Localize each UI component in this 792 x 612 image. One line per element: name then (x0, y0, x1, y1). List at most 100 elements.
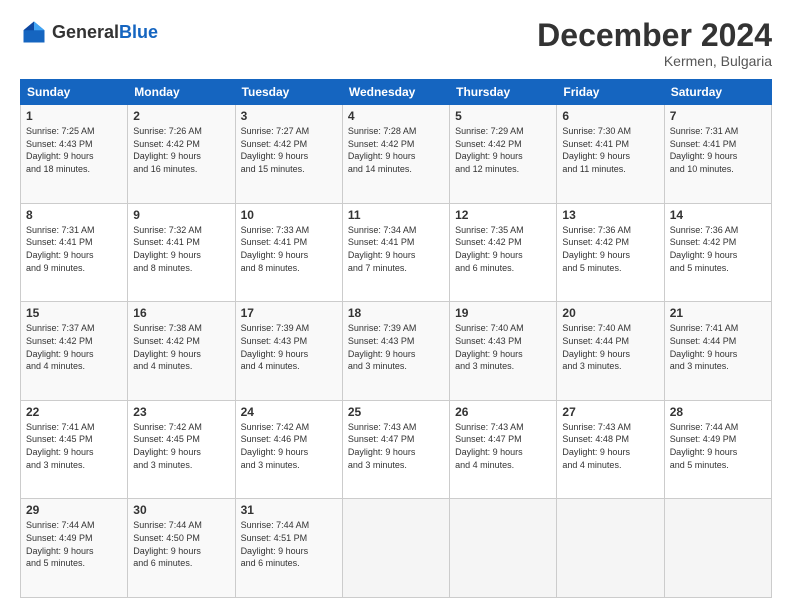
cell-info: Sunrise: 7:31 AMSunset: 4:41 PMDaylight:… (670, 125, 766, 175)
calendar-cell: 15Sunrise: 7:37 AMSunset: 4:42 PMDayligh… (21, 302, 128, 401)
calendar-cell: 11 Sunrise: 7:34 AMSunset: 4:41 PMDayligh… (342, 203, 449, 302)
weekday-header-thursday: Thursday (450, 80, 557, 105)
cell-info: Sunrise: 7:43 AMSunset: 4:47 PMDaylight:… (348, 421, 444, 471)
day-number: 27 (562, 405, 658, 419)
cell-info: Sunrise: 7:44 AMSunset: 4:49 PMDaylight:… (26, 519, 122, 569)
cell-info: Sunrise: 7:35 AMSunset: 4:42 PMDaylight:… (455, 224, 551, 274)
calendar-cell: 7 Sunrise: 7:31 AMSunset: 4:41 PMDaylight… (664, 105, 771, 204)
calendar-cell: 3 Sunrise: 7:27 AMSunset: 4:42 PMDaylight… (235, 105, 342, 204)
calendar-week-3: 15Sunrise: 7:37 AMSunset: 4:42 PMDayligh… (21, 302, 772, 401)
day-number: 29 (26, 503, 122, 517)
calendar-cell: 30Sunrise: 7:44 AMSunset: 4:50 PMDayligh… (128, 499, 235, 598)
calendar-cell: 9 Sunrise: 7:32 AMSunset: 4:41 PMDaylight… (128, 203, 235, 302)
weekday-header-tuesday: Tuesday (235, 80, 342, 105)
calendar-cell: 2Sunrise: 7:26 AMSunset: 4:42 PMDaylight… (128, 105, 235, 204)
cell-info: Sunrise: 7:34 AMSunset: 4:41 PMDaylight:… (348, 224, 444, 274)
calendar-cell: 29 Sunrise: 7:44 AMSunset: 4:49 PMDayligh… (21, 499, 128, 598)
cell-info: Sunrise: 7:26 AMSunset: 4:42 PMDaylight:… (133, 125, 229, 175)
calendar-cell: 20 Sunrise: 7:40 AMSunset: 4:44 PMDayligh… (557, 302, 664, 401)
calendar-cell: 13 Sunrise: 7:36 AMSunset: 4:42 PMDayligh… (557, 203, 664, 302)
day-number: 22 (26, 405, 122, 419)
month-title: December 2024 (537, 18, 772, 53)
day-number: 23 (133, 405, 229, 419)
calendar-cell: 14 Sunrise: 7:36 AMSunset: 4:42 PMDayligh… (664, 203, 771, 302)
cell-info: Sunrise: 7:39 AMSunset: 4:43 PMDaylight:… (241, 322, 337, 372)
location-subtitle: Kermen, Bulgaria (537, 53, 772, 69)
calendar-page: GeneralBlue December 2024 Kermen, Bulgar… (0, 0, 792, 612)
day-number: 20 (562, 306, 658, 320)
cell-info: Sunrise: 7:31 AMSunset: 4:41 PMDaylight:… (26, 224, 122, 274)
calendar-cell: 4 Sunrise: 7:28 AMSunset: 4:42 PMDaylight… (342, 105, 449, 204)
calendar-cell: 1Sunrise: 7:25 AMSunset: 4:43 PMDaylight… (21, 105, 128, 204)
calendar-cell: 6 Sunrise: 7:30 AMSunset: 4:41 PMDaylight… (557, 105, 664, 204)
calendar-cell: 25 Sunrise: 7:43 AMSunset: 4:47 PMDayligh… (342, 400, 449, 499)
weekday-header-friday: Friday (557, 80, 664, 105)
cell-info: Sunrise: 7:28 AMSunset: 4:42 PMDaylight:… (348, 125, 444, 175)
logo-general-text: General (52, 22, 119, 42)
calendar-week-5: 29 Sunrise: 7:44 AMSunset: 4:49 PMDayligh… (21, 499, 772, 598)
cell-info: Sunrise: 7:36 AMSunset: 4:42 PMDaylight:… (670, 224, 766, 274)
calendar-cell: 26 Sunrise: 7:43 AMSunset: 4:47 PMDayligh… (450, 400, 557, 499)
title-block: December 2024 Kermen, Bulgaria (537, 18, 772, 69)
cell-info: Sunrise: 7:39 AMSunset: 4:43 PMDaylight:… (348, 322, 444, 372)
calendar-week-4: 22 Sunrise: 7:41 AMSunset: 4:45 PMDayligh… (21, 400, 772, 499)
calendar-cell: 8 Sunrise: 7:31 AMSunset: 4:41 PMDaylight… (21, 203, 128, 302)
day-number: 10 (241, 208, 337, 222)
calendar-cell (450, 499, 557, 598)
cell-info: Sunrise: 7:32 AMSunset: 4:41 PMDaylight:… (133, 224, 229, 274)
day-number: 17 (241, 306, 337, 320)
cell-info: Sunrise: 7:40 AMSunset: 4:44 PMDaylight:… (562, 322, 658, 372)
day-number: 26 (455, 405, 551, 419)
calendar-cell: 23 Sunrise: 7:42 AMSunset: 4:45 PMDayligh… (128, 400, 235, 499)
cell-info: Sunrise: 7:43 AMSunset: 4:47 PMDaylight:… (455, 421, 551, 471)
logo-blue-text: Blue (119, 22, 158, 42)
day-number: 14 (670, 208, 766, 222)
day-number: 8 (26, 208, 122, 222)
calendar-cell: 21Sunrise: 7:41 AMSunset: 4:44 PMDayligh… (664, 302, 771, 401)
day-number: 9 (133, 208, 229, 222)
calendar-cell (664, 499, 771, 598)
calendar-cell: 5Sunrise: 7:29 AMSunset: 4:42 PMDaylight… (450, 105, 557, 204)
cell-info: Sunrise: 7:44 AMSunset: 4:49 PMDaylight:… (670, 421, 766, 471)
day-number: 4 (348, 109, 444, 123)
calendar-cell: 18 Sunrise: 7:39 AMSunset: 4:43 PMDayligh… (342, 302, 449, 401)
calendar-cell: 31Sunrise: 7:44 AMSunset: 4:51 PMDayligh… (235, 499, 342, 598)
cell-info: Sunrise: 7:29 AMSunset: 4:42 PMDaylight:… (455, 125, 551, 175)
day-number: 30 (133, 503, 229, 517)
day-number: 16 (133, 306, 229, 320)
calendar-cell: 19Sunrise: 7:40 AMSunset: 4:43 PMDayligh… (450, 302, 557, 401)
calendar-cell: 28 Sunrise: 7:44 AMSunset: 4:49 PMDayligh… (664, 400, 771, 499)
calendar-cell: 24Sunrise: 7:42 AMSunset: 4:46 PMDayligh… (235, 400, 342, 499)
day-number: 12 (455, 208, 551, 222)
calendar-cell (557, 499, 664, 598)
cell-info: Sunrise: 7:41 AMSunset: 4:45 PMDaylight:… (26, 421, 122, 471)
calendar-cell: 17 Sunrise: 7:39 AMSunset: 4:43 PMDayligh… (235, 302, 342, 401)
day-number: 7 (670, 109, 766, 123)
weekday-header-saturday: Saturday (664, 80, 771, 105)
cell-info: Sunrise: 7:36 AMSunset: 4:42 PMDaylight:… (562, 224, 658, 274)
cell-info: Sunrise: 7:38 AMSunset: 4:42 PMDaylight:… (133, 322, 229, 372)
day-number: 25 (348, 405, 444, 419)
day-number: 13 (562, 208, 658, 222)
calendar-cell: 27Sunrise: 7:43 AMSunset: 4:48 PMDayligh… (557, 400, 664, 499)
weekday-header-monday: Monday (128, 80, 235, 105)
cell-info: Sunrise: 7:42 AMSunset: 4:45 PMDaylight:… (133, 421, 229, 471)
day-number: 19 (455, 306, 551, 320)
day-number: 1 (26, 109, 122, 123)
day-number: 28 (670, 405, 766, 419)
calendar-table: SundayMondayTuesdayWednesdayThursdayFrid… (20, 79, 772, 598)
cell-info: Sunrise: 7:33 AMSunset: 4:41 PMDaylight:… (241, 224, 337, 274)
calendar-cell: 22 Sunrise: 7:41 AMSunset: 4:45 PMDayligh… (21, 400, 128, 499)
day-number: 6 (562, 109, 658, 123)
calendar-header: SundayMondayTuesdayWednesdayThursdayFrid… (21, 80, 772, 105)
calendar-week-1: 1Sunrise: 7:25 AMSunset: 4:43 PMDaylight… (21, 105, 772, 204)
cell-info: Sunrise: 7:27 AMSunset: 4:42 PMDaylight:… (241, 125, 337, 175)
day-number: 3 (241, 109, 337, 123)
cell-info: Sunrise: 7:30 AMSunset: 4:41 PMDaylight:… (562, 125, 658, 175)
day-number: 11 (348, 208, 444, 222)
weekday-header-sunday: Sunday (21, 80, 128, 105)
logo-icon (20, 18, 48, 46)
calendar-week-2: 8 Sunrise: 7:31 AMSunset: 4:41 PMDaylight… (21, 203, 772, 302)
calendar-cell (342, 499, 449, 598)
day-number: 18 (348, 306, 444, 320)
